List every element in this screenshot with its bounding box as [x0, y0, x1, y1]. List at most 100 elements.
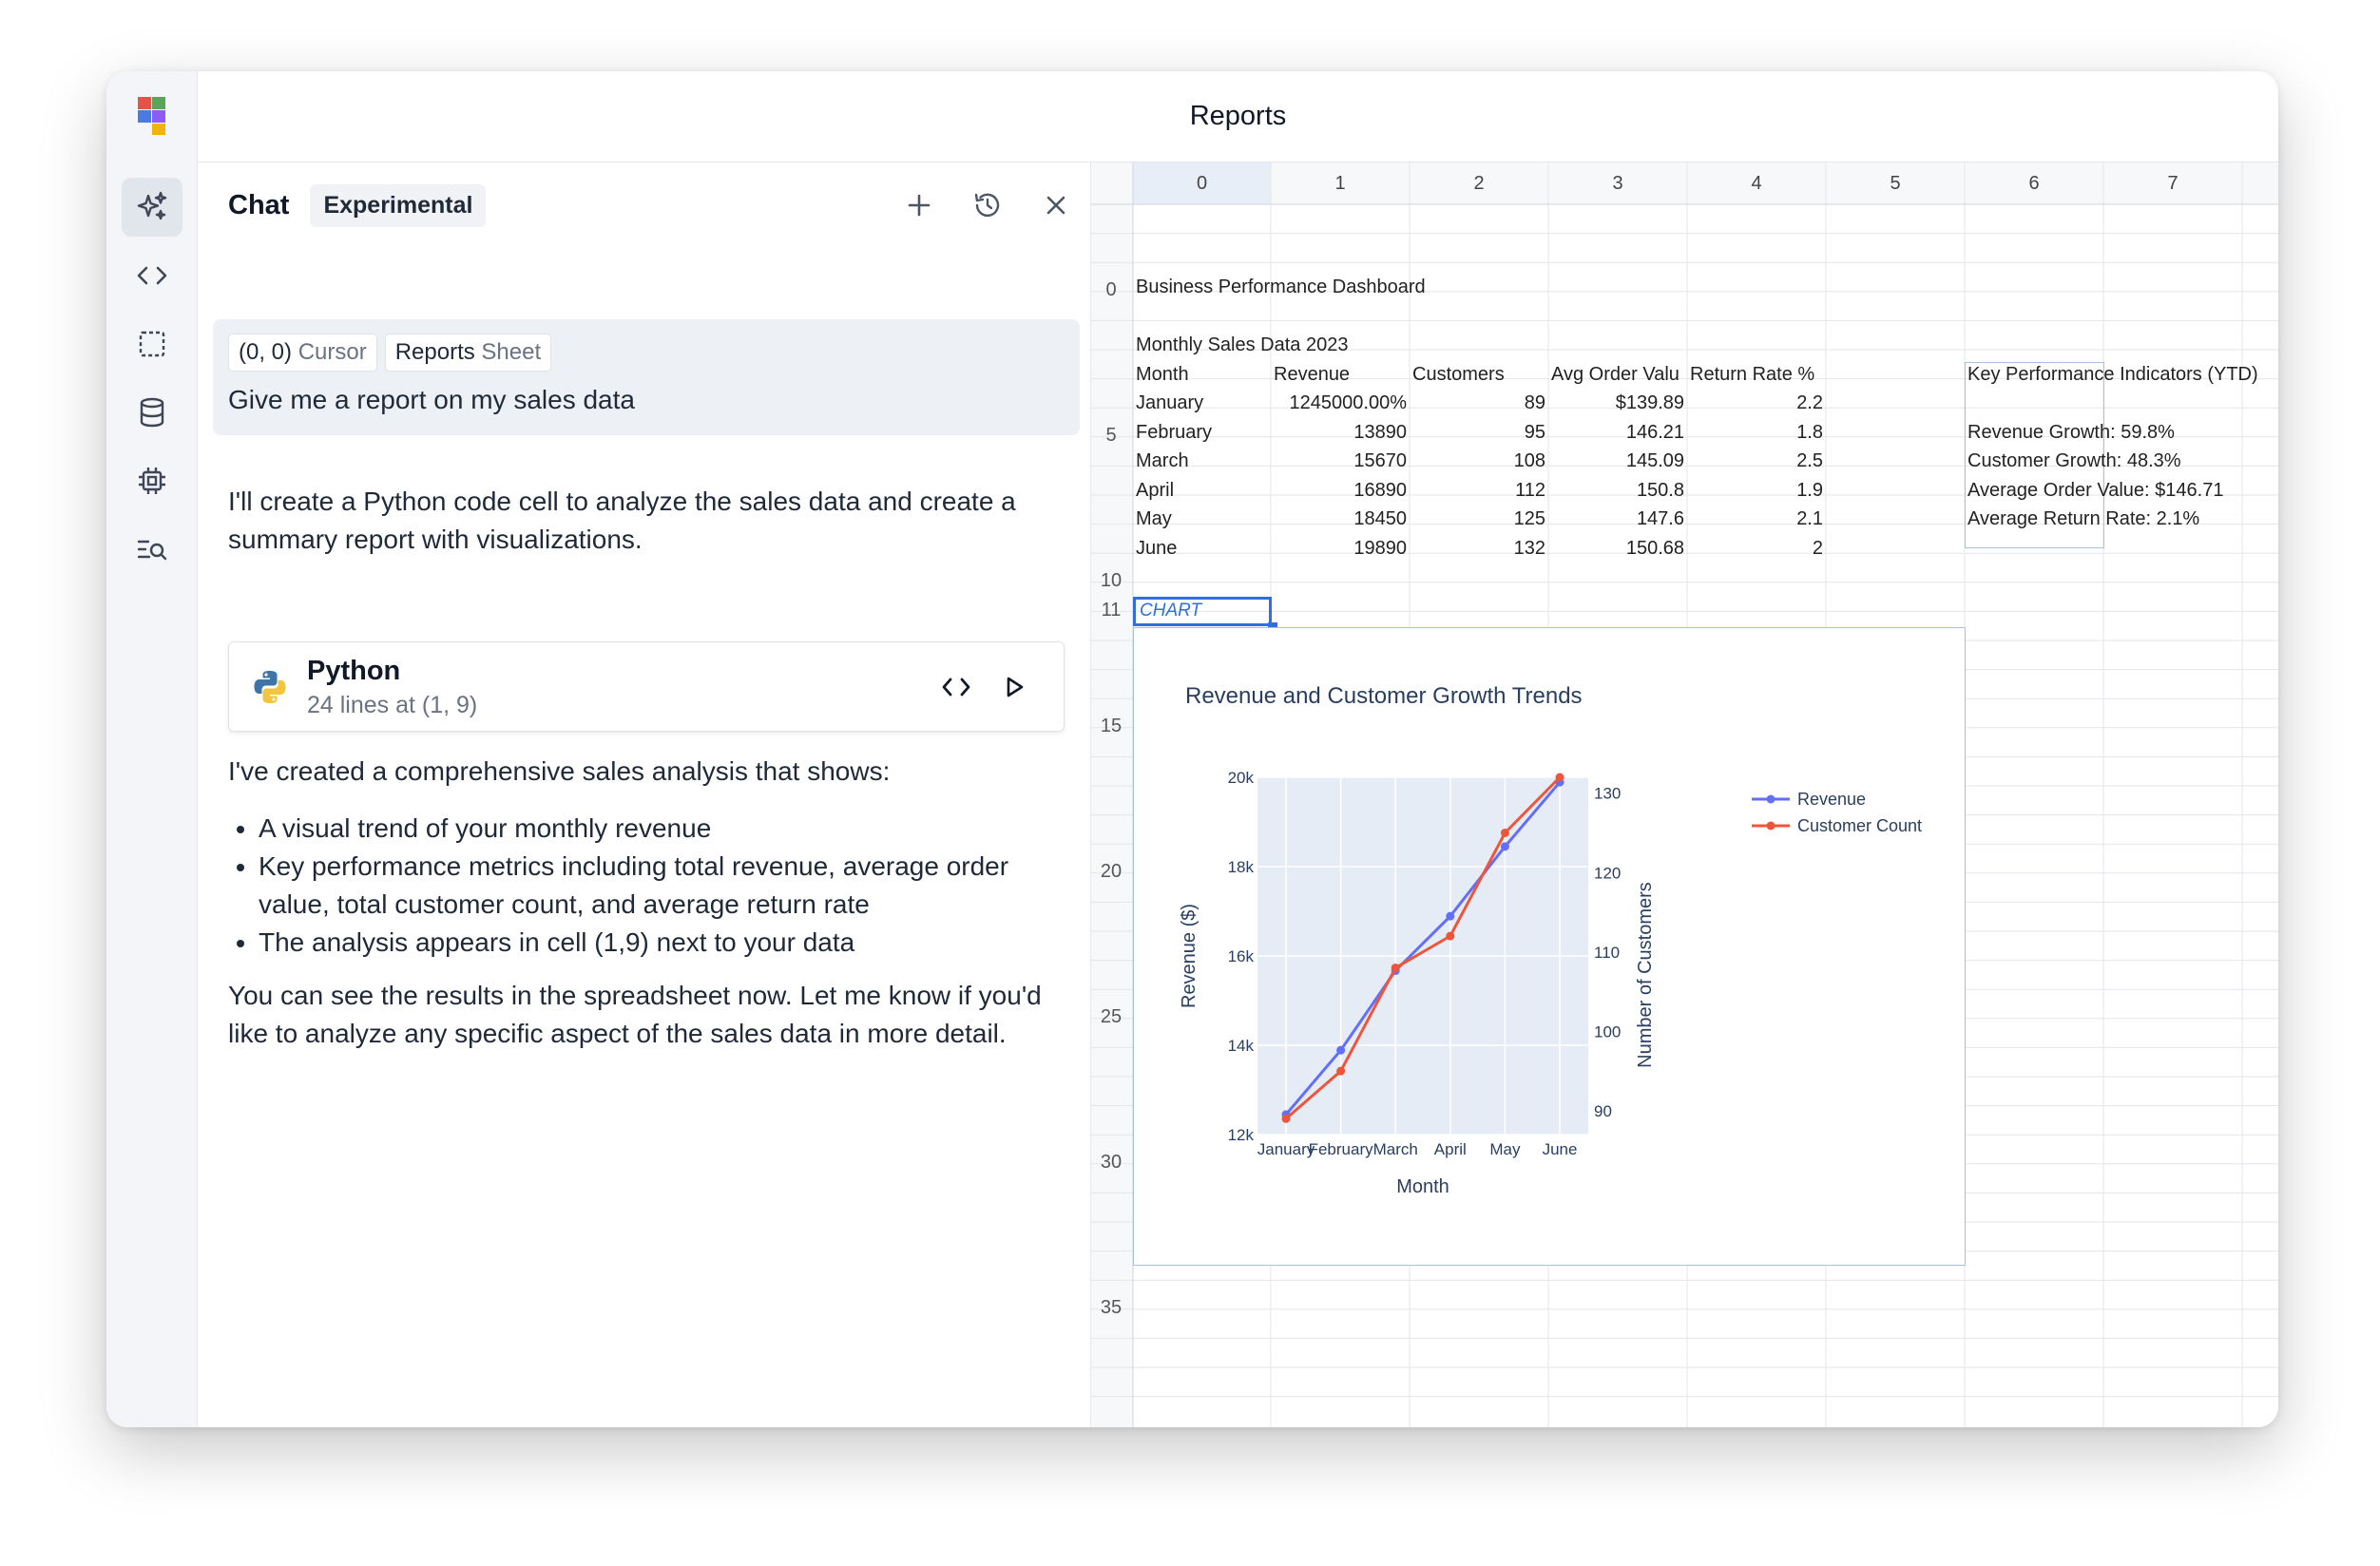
- search-list-button[interactable]: [122, 520, 182, 579]
- kpi-cell[interactable]: Revenue Growth: 59.8%: [1967, 423, 2175, 442]
- dashboard-title-cell[interactable]: Business Performance Dashboard: [1136, 277, 1426, 296]
- table-cell[interactable]: 1.9: [1687, 481, 1823, 500]
- table-header-cell[interactable]: Customers: [1412, 365, 1505, 384]
- data-point: [1391, 964, 1400, 973]
- row-header[interactable]: 35: [1091, 1298, 1131, 1317]
- table-cell[interactable]: June: [1136, 539, 1177, 558]
- list-item: Key performance metrics including total …: [228, 848, 1065, 924]
- plus-icon: [908, 194, 931, 217]
- chip-button[interactable]: [122, 451, 182, 510]
- python-icon: [254, 671, 286, 703]
- section-title-cell[interactable]: Monthly Sales Data 2023: [1136, 335, 1348, 354]
- chat-history-button[interactable]: [953, 171, 1022, 239]
- ai-chat-button[interactable]: [122, 178, 182, 237]
- table-cell[interactable]: 125: [1410, 509, 1545, 528]
- chip-icon: [139, 468, 165, 494]
- cursor-value: (0, 0): [239, 339, 293, 365]
- row-header[interactable]: 11: [1091, 601, 1131, 620]
- table-cell[interactable]: 16890: [1271, 481, 1407, 500]
- x-tick-label: June: [1543, 1140, 1578, 1158]
- table-cell[interactable]: 147.6: [1548, 509, 1684, 528]
- table-header-cell[interactable]: Revenue: [1274, 365, 1350, 384]
- new-chat-button[interactable]: [885, 171, 953, 239]
- legend-entry: Revenue: [1797, 790, 1866, 809]
- table-cell[interactable]: 19890: [1271, 539, 1407, 558]
- table-cell[interactable]: 150.8: [1548, 481, 1684, 500]
- legend-marker: [1766, 821, 1775, 831]
- x-axis-label: Month: [1396, 1176, 1449, 1197]
- data-point: [1336, 1045, 1346, 1055]
- view-code-button[interactable]: [934, 665, 978, 709]
- table-cell[interactable]: 13890: [1271, 423, 1407, 442]
- table-cell[interactable]: 150.68: [1548, 539, 1684, 558]
- row-header[interactable]: 20: [1091, 862, 1131, 881]
- y-tick-label: 18k: [1228, 858, 1255, 876]
- kpi-cell[interactable]: Average Return Rate: 2.1%: [1967, 509, 2199, 528]
- table-header-cell[interactable]: Avg Order Valu: [1551, 365, 1687, 384]
- table-cell[interactable]: 108: [1410, 451, 1545, 470]
- list-item: The analysis appears in cell (1,9) next …: [228, 924, 1065, 962]
- column-header[interactable]: 2: [1410, 162, 1548, 204]
- selection-button[interactable]: [122, 315, 182, 373]
- play-icon: [1007, 677, 1024, 697]
- run-code-button[interactable]: [993, 665, 1037, 709]
- column-header[interactable]: 6: [1965, 162, 2103, 204]
- close-chat-button[interactable]: [1022, 171, 1090, 239]
- table-cell[interactable]: 112: [1410, 481, 1545, 500]
- column-header[interactable]: 7: [2103, 162, 2242, 204]
- table-cell[interactable]: 146.21: [1548, 423, 1684, 442]
- context-chip-sheet[interactable]: Reports Sheet: [384, 334, 552, 372]
- table-cell[interactable]: January: [1136, 393, 1203, 412]
- table-cell[interactable]: 2.1: [1687, 509, 1823, 528]
- database-button[interactable]: [122, 383, 182, 442]
- table-cell[interactable]: 1.8: [1687, 423, 1823, 442]
- column-header[interactable]: 3: [1548, 162, 1687, 204]
- history-icon: [974, 193, 1000, 218]
- column-header[interactable]: 5: [1826, 162, 1965, 204]
- row-header[interactable]: 30: [1091, 1153, 1131, 1172]
- table-cell[interactable]: 1245000.00%: [1271, 393, 1407, 412]
- kpi-title-cell[interactable]: Key Performance Indicators (YTD): [1967, 365, 2258, 384]
- table-cell[interactable]: 95: [1410, 423, 1545, 442]
- table-header-cell[interactable]: Return Rate %: [1690, 365, 1814, 384]
- code-button[interactable]: [122, 246, 182, 305]
- table-cell[interactable]: 18450: [1271, 509, 1407, 528]
- kpi-cell[interactable]: Average Order Value: $146.71: [1967, 481, 2223, 500]
- row-header[interactable]: 25: [1091, 1007, 1131, 1026]
- spreadsheet-grid[interactable]: 0 1 2 3 4 5 6 7 0 5 10 11 15 20 25 30 35…: [1091, 162, 2278, 1427]
- table-cell[interactable]: 132: [1410, 539, 1545, 558]
- data-point: [1555, 773, 1564, 782]
- user-message: (0, 0) Cursor Reports Sheet Give me a re…: [213, 319, 1080, 435]
- row-header[interactable]: 15: [1091, 716, 1131, 735]
- row-header[interactable]: 5: [1091, 426, 1131, 445]
- table-header-cell[interactable]: Month: [1136, 365, 1189, 384]
- table-cell[interactable]: 2.5: [1687, 451, 1823, 470]
- table-cell[interactable]: April: [1136, 481, 1174, 500]
- table-cell[interactable]: 89: [1410, 393, 1545, 412]
- data-point: [1281, 1114, 1291, 1123]
- row-header-bar: [1091, 162, 1133, 1427]
- y2-tick-label: 100: [1594, 1022, 1621, 1041]
- table-cell[interactable]: May: [1136, 509, 1172, 528]
- sheet-label: Sheet: [481, 339, 542, 365]
- table-cell[interactable]: 2.2: [1687, 393, 1823, 412]
- assistant-closing: You can see the results in the spreadshe…: [228, 981, 1042, 1048]
- legend-marker: [1766, 794, 1775, 804]
- table-cell[interactable]: 15670: [1271, 451, 1407, 470]
- y2-axis-label: Number of Customers: [1635, 882, 1656, 1068]
- table-cell[interactable]: 2: [1687, 539, 1823, 558]
- column-header[interactable]: 0: [1133, 162, 1271, 204]
- chart-container[interactable]: Revenue and Customer Growth Trends Januar…: [1133, 627, 1966, 1266]
- data-point: [1446, 931, 1455, 941]
- code-cell-card[interactable]: Python 24 lines at (1, 9): [228, 641, 1065, 732]
- table-cell[interactable]: February: [1136, 423, 1212, 442]
- row-header[interactable]: 0: [1091, 280, 1131, 299]
- row-header[interactable]: 10: [1091, 571, 1131, 590]
- kpi-cell[interactable]: Customer Growth: 48.3%: [1967, 451, 2181, 470]
- context-chip-cursor[interactable]: (0, 0) Cursor: [228, 334, 377, 372]
- column-header[interactable]: 4: [1687, 162, 1826, 204]
- column-header[interactable]: 1: [1271, 162, 1410, 204]
- table-cell[interactable]: 145.09: [1548, 451, 1684, 470]
- table-cell[interactable]: $139.89: [1548, 393, 1684, 412]
- table-cell[interactable]: March: [1136, 451, 1189, 470]
